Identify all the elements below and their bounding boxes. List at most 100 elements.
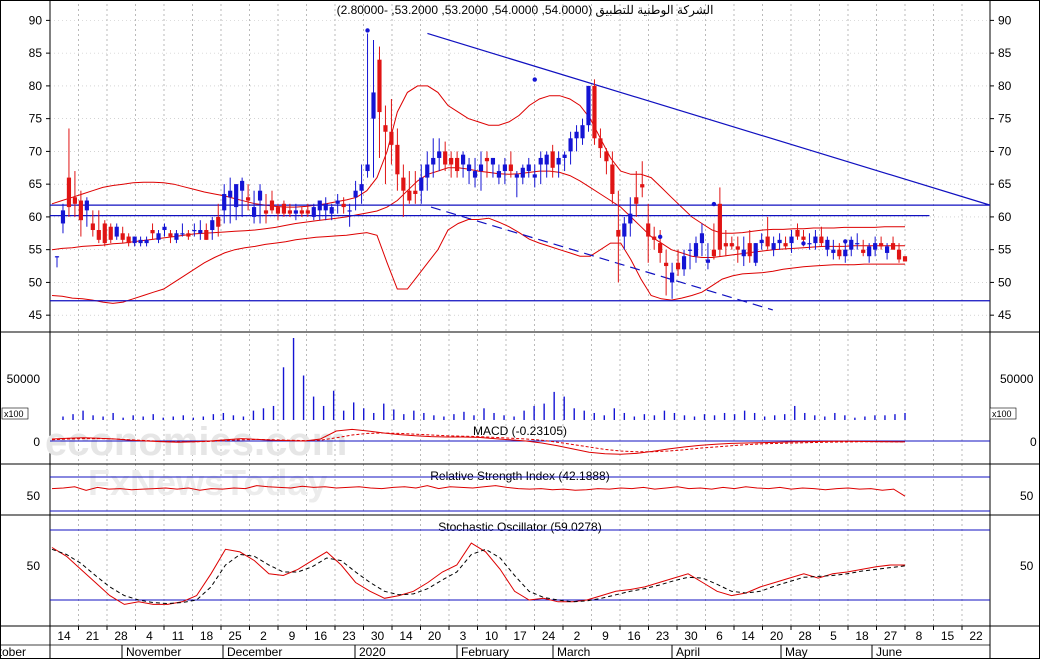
candle-body [162,226,167,231]
candle-body [610,164,615,194]
candle-body [311,207,316,217]
price-tick-label-left: 60 [29,210,43,224]
candle-body [293,210,298,214]
candle-body [855,243,860,245]
signal-dot [657,234,663,240]
macd-tick-label-right: 0 [1030,435,1037,449]
x-tick-label: 4 [146,629,153,643]
month-label: May [785,645,808,659]
candle-body [216,216,221,227]
candle-body [777,239,782,244]
candle-body [299,210,304,214]
candle-body [419,177,424,191]
price-tick-label-right: 70 [998,144,1012,158]
candle-body [174,233,179,240]
candle-body [413,190,418,194]
x-tick-label: 30 [371,629,385,643]
x-tick-label: 28 [114,629,128,643]
candle-body [287,210,292,214]
candle-body [443,151,448,165]
bollinger-middle-line [51,167,905,258]
candle-body [741,249,746,257]
candle-body [526,164,531,172]
price-tick-label-left: 90 [29,13,43,27]
candle-body [90,223,95,231]
price-tick-label-left: 50 [29,275,43,289]
candle-body [789,236,794,244]
candle-body [222,193,227,211]
candle-body [484,157,490,162]
price-tick-label-right: 60 [998,210,1012,224]
volume-unit-label-right: x100 [992,409,1012,419]
x-tick-label: 27 [884,629,898,643]
x-tick-label: 14 [57,629,71,643]
candle-body [604,151,609,162]
price-tick-label-left: 65 [29,177,43,191]
rsi-tick-label-left: 50 [27,489,41,503]
price-tick-label-left: 45 [29,308,43,322]
candle-body [867,246,872,257]
candle-body [729,243,734,247]
candle-body [156,233,161,240]
candle-body [263,210,269,214]
candle-body [329,207,334,214]
candle-body [275,207,281,214]
x-tick-label: 14 [399,629,413,643]
price-tick-label-right: 45 [998,308,1012,322]
chart-svg: 45 4550 5055 5560 6065 6570 7075 7580 8085 8590 90… [0,0,1040,659]
candle-body [735,246,740,250]
price-tick-label-left: 80 [29,79,43,93]
candle-body [640,184,645,188]
candle-body [502,164,507,172]
rsi-tick-label-right: 50 [1020,489,1034,503]
price-tick-label-right: 65 [998,177,1012,191]
candle-body [574,131,579,139]
candle-body [455,157,460,172]
candle-body [550,151,555,168]
candle-body [228,190,233,198]
price-tick-label-right: 55 [998,243,1012,257]
candle-body [60,210,66,224]
stoch-d-line [51,548,906,605]
signal-dot [843,239,848,244]
candle-body [825,239,830,250]
candle-body [693,243,699,257]
chart-title: الشركة الوطنية للتطبيق (54.0000, 54.0000… [337,3,714,17]
price-tick-label-right: 90 [998,13,1012,27]
month-label: December [227,645,282,659]
volume-tick-label-right: 50000 [1000,372,1034,386]
indicator-title-0: MACD (-0.23105) [473,424,567,438]
price-tick-label-left: 70 [29,144,43,158]
candle-body [896,249,902,260]
candle-body [317,200,322,211]
candle-body [353,190,358,198]
bollinger-lower-line [51,217,905,304]
candle-body [186,233,191,237]
candle-body [646,223,651,237]
x-tick-label: 2 [574,629,581,643]
candle-body [705,259,711,263]
candle-body [78,200,83,221]
candle-body [120,233,125,240]
candle-body [371,92,376,119]
candle-body [96,230,101,240]
candle-body [144,239,149,244]
signal-dot [532,77,537,82]
stoch-k-line [51,542,905,605]
candle-body [902,256,908,262]
candle-body [670,272,675,283]
candle-body [102,223,107,244]
signal-dot [711,201,717,207]
candle-body [383,125,388,132]
x-tick-label: 28 [798,629,812,643]
candle-body [765,236,770,247]
candle-body [873,243,878,250]
x-tick-label: 20 [770,629,784,643]
month-label: February [461,645,509,659]
candle-body [84,200,89,211]
candle-body [508,164,513,172]
candle-body [335,200,340,204]
candle-body [664,262,669,267]
price-tick-label-left: 75 [29,112,43,126]
month-label: October [0,645,26,659]
